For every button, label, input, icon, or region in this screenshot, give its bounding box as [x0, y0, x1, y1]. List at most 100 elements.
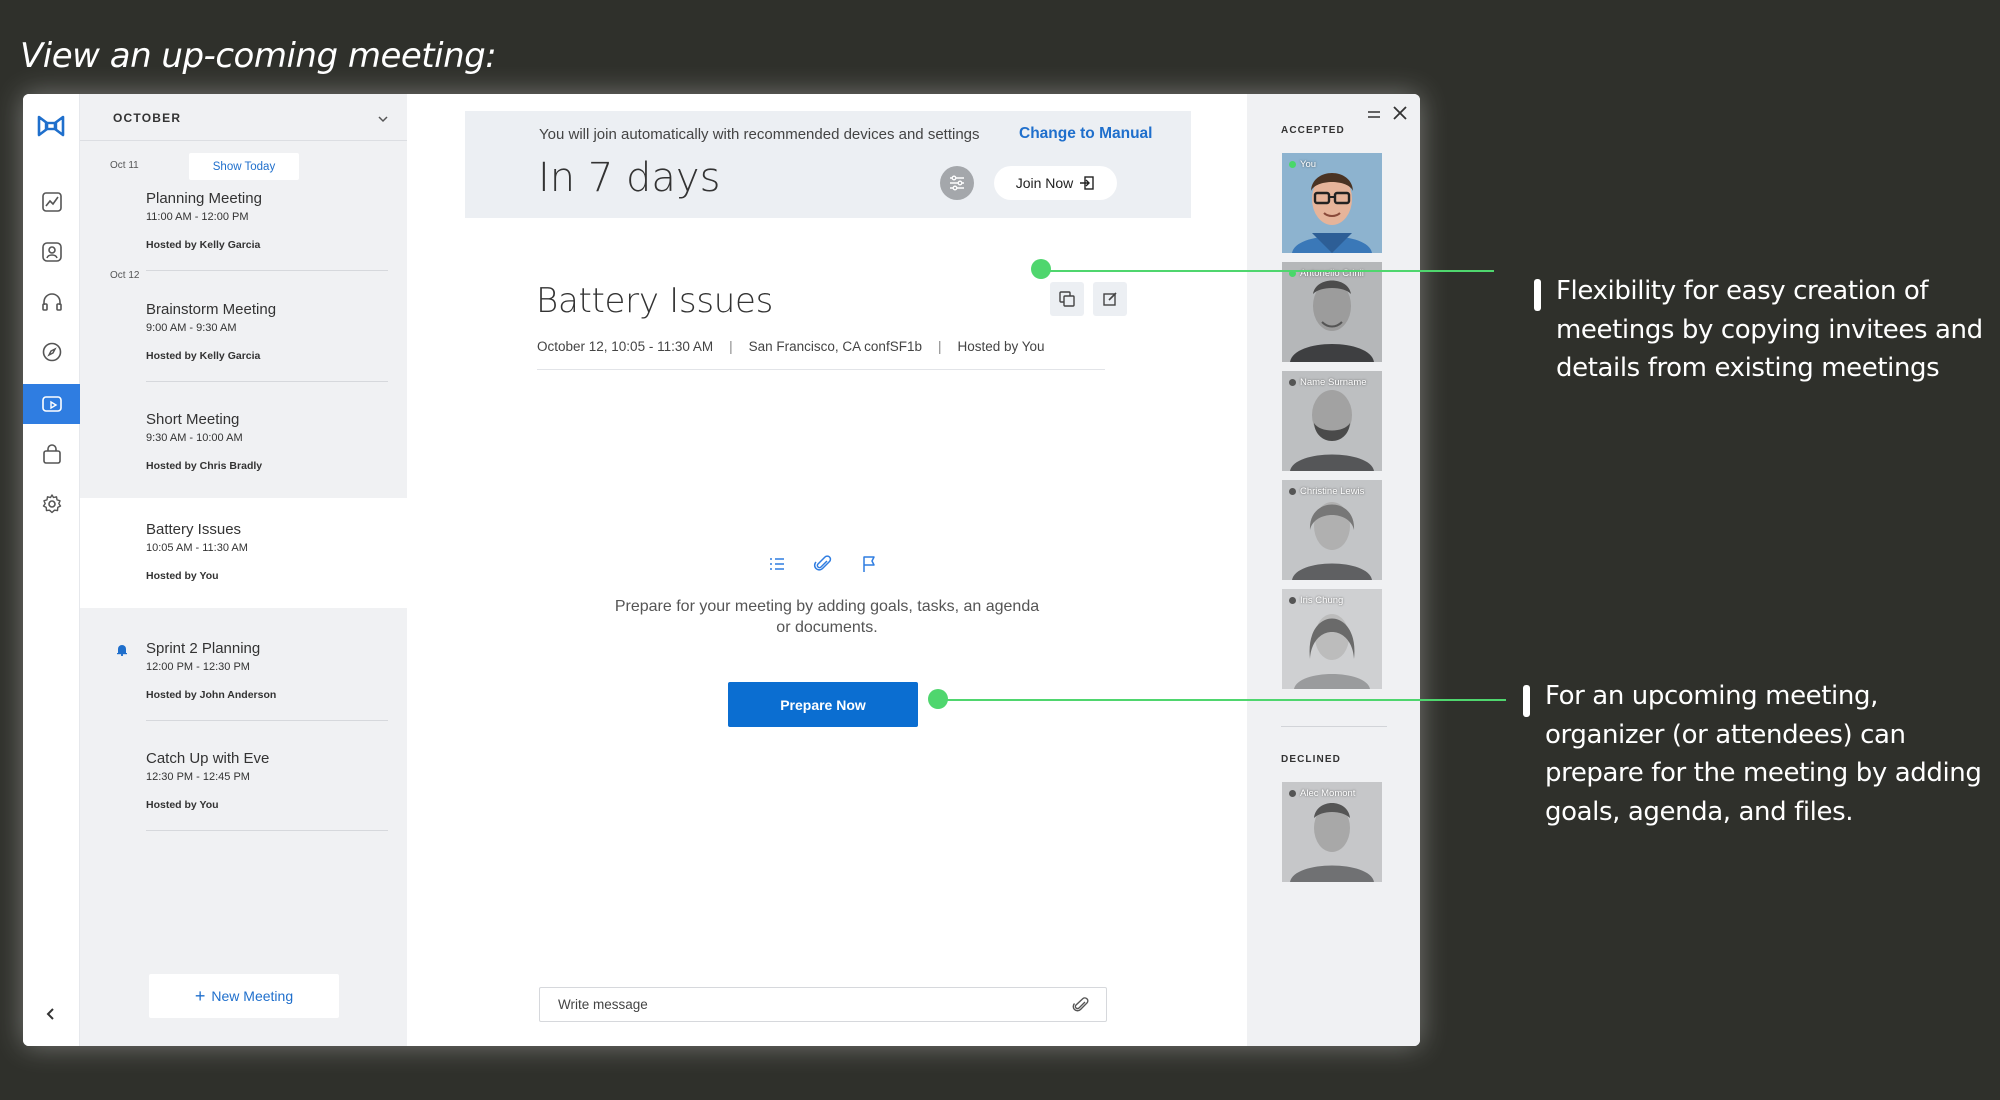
meeting-time: 10:05 AM - 11:30 AM [146, 542, 248, 554]
attendee-name: Christine Lewis [1300, 486, 1365, 497]
divider [537, 369, 1105, 370]
bag-icon [42, 444, 61, 464]
flag-icon[interactable] [859, 554, 879, 574]
month-selector[interactable]: OCTOBER [113, 111, 181, 125]
meeting-title: Battery Issues [146, 521, 242, 538]
divider [146, 830, 388, 831]
menu-icon[interactable] [1366, 107, 1382, 123]
compass-icon [42, 342, 61, 362]
attendee-name: Name Surname [1300, 377, 1367, 388]
meeting-time: 9:30 AM - 10:00 AM [146, 432, 243, 444]
join-banner: You will join automatically with recomme… [465, 111, 1191, 218]
attendee-tile[interactable]: Alec Momont [1282, 782, 1382, 882]
app-logo-icon [37, 115, 65, 137]
gear-icon [42, 494, 61, 514]
attachment-icon[interactable] [1072, 996, 1090, 1014]
meeting-host: Hosted by You [146, 799, 219, 811]
copy-icon [1059, 291, 1075, 307]
attendee-tile[interactable]: Antonello Crinil [1282, 262, 1382, 362]
change-to-manual-link[interactable]: Change to Manual [1019, 125, 1152, 143]
meeting-meta: October 12, 10:05 - 11:30 AM | San Francis… [537, 339, 1045, 354]
contact-icon [41, 242, 62, 262]
meeting-host: Hosted by John Anderson [146, 689, 277, 701]
attendee-tile[interactable]: Iris Chung [1282, 589, 1382, 689]
meeting-title: Catch Up with Eve [146, 750, 270, 767]
list-icon[interactable] [767, 554, 787, 574]
close-icon[interactable] [1391, 104, 1409, 122]
edit-icon [1103, 292, 1117, 306]
countdown: In 7 days [538, 155, 721, 201]
attendee-name: Alec Momont [1300, 788, 1356, 799]
annotation-copy-text: Flexibility for easy creation of meeting… [1556, 276, 1983, 383]
accepted-heading: ACCEPTED [1281, 125, 1345, 136]
meeting-time: 11:00 AM - 12:00 PM [146, 211, 249, 223]
meeting-detail: You will join automatically with recomme… [407, 94, 1247, 1046]
meeting-host: Hosted by Chris Bradly [146, 460, 263, 472]
attendee-tile[interactable]: Name Surname [1282, 371, 1382, 471]
nav-contacts[interactable] [23, 232, 80, 272]
meeting-time: 12:00 PM - 12:30 PM [146, 661, 250, 673]
annotation-line-prepare [938, 699, 1506, 701]
join-now-label: Join Now [1015, 175, 1074, 191]
plus-icon: + [194, 985, 206, 1006]
attendee-name: You [1300, 159, 1317, 170]
meeting-title: Short Meeting [146, 411, 240, 428]
annotation-dot-copy [1031, 259, 1051, 279]
annotation-marker [1523, 685, 1530, 717]
edit-meeting-button[interactable] [1093, 282, 1127, 316]
prepare-now-button[interactable]: Prepare Now [728, 682, 918, 727]
attachment-icon[interactable] [813, 554, 833, 574]
divider [146, 270, 388, 271]
nav-support[interactable] [23, 282, 80, 322]
avatar [1282, 153, 1382, 253]
meeting-title: Battery Issues [536, 281, 774, 321]
date-label: Oct 12 [110, 270, 140, 281]
date-label: Oct 11 [110, 160, 139, 171]
annotation-prepare-text: For an upcoming meeting, organizer (or a… [1545, 681, 1982, 827]
online-status-dot [1289, 161, 1296, 168]
bell-icon [117, 645, 127, 656]
prepare-icons [767, 554, 879, 574]
offline-status-dot [1289, 597, 1296, 604]
chevron-left-icon [46, 1008, 54, 1020]
headset-icon [41, 293, 62, 311]
meeting-location: San Francisco, CA confSF1b [748, 339, 922, 354]
meeting-date: October 12, 10:05 - 11:30 AM [537, 339, 714, 354]
divider [80, 140, 407, 141]
prepare-text: Prepare for your meeting by adding goals… [614, 598, 1040, 636]
offline-status-dot [1289, 790, 1296, 797]
meeting-title: Brainstorm Meeting [146, 301, 277, 318]
nav-rail [23, 94, 80, 1046]
nav-meetings[interactable] [23, 384, 80, 424]
annotation-marker [1534, 279, 1541, 311]
nav-analytics[interactable] [23, 182, 80, 222]
attendee-name: Iris Chung [1300, 595, 1344, 606]
new-meeting-button[interactable]: + New Meeting [149, 974, 339, 1018]
enter-icon [1080, 176, 1094, 190]
attendee-tile[interactable]: Christine Lewis [1282, 480, 1382, 580]
nav-settings[interactable] [23, 484, 80, 524]
meeting-host: Hosted by Kelly Garcia [146, 350, 261, 362]
message-input[interactable]: Write message [539, 987, 1107, 1022]
join-now-button[interactable]: Join Now [994, 166, 1117, 200]
declined-heading: DECLINED [1281, 754, 1341, 765]
meeting-host: Hosted by You [146, 570, 219, 582]
show-today-button[interactable]: Show Today [189, 153, 299, 180]
attendee-tile[interactable]: You [1282, 153, 1382, 253]
chevron-down-icon[interactable] [376, 112, 390, 126]
page-heading: View an up-coming meeting: [20, 36, 497, 76]
meeting-time: 12:30 PM - 12:45 PM [146, 771, 250, 783]
meeting-time: 9:00 AM - 9:30 AM [146, 322, 237, 334]
divider [1281, 726, 1387, 727]
annotation-dot-prepare [928, 689, 948, 709]
nav-explore[interactable] [23, 332, 80, 372]
video-icon [41, 396, 62, 412]
message-placeholder: Write message [558, 997, 648, 1012]
meeting-host: Hosted by You [957, 339, 1045, 354]
nav-store[interactable] [23, 434, 80, 474]
collapse-sidebar-button[interactable] [37, 1000, 65, 1028]
sliders-icon [950, 175, 964, 191]
device-settings-button[interactable] [940, 166, 974, 200]
divider [146, 720, 388, 721]
copy-meeting-button[interactable] [1050, 282, 1084, 316]
